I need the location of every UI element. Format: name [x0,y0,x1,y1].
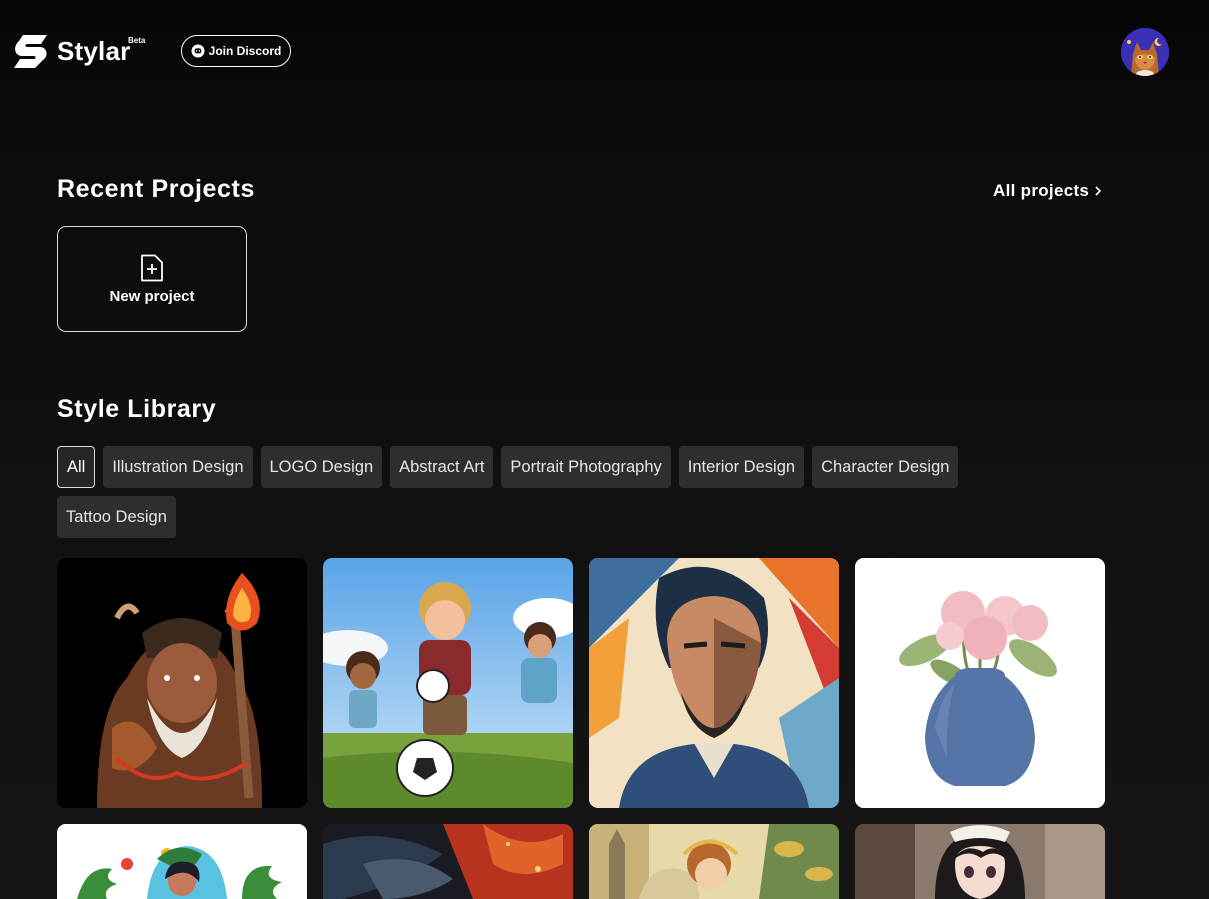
style-card-anime-maid[interactable] [855,824,1105,899]
style-card-flower-vase[interactable] [855,558,1105,808]
join-discord-button[interactable]: Join Discord [181,35,291,67]
filter-chip-label: LOGO Design [269,457,374,476]
filter-chip-tattoo-design[interactable]: Tattoo Design [57,496,176,538]
style-card-viking-warrior[interactable] [57,558,307,808]
style-library-title: Style Library [57,395,217,423]
geometric-portrait-image [589,558,839,808]
flower-vase-image [855,558,1105,808]
style-filter-bar: All Illustration Design LOGO Design Abst… [57,446,1017,538]
chevron-right-icon [1095,186,1102,196]
style-card-fiery-creature[interactable] [323,824,573,899]
recent-projects-title: Recent Projects [57,175,255,203]
cat-avatar-icon [1121,28,1169,76]
filter-chip-character-design[interactable]: Character Design [812,446,959,488]
filter-chip-logo-design[interactable]: LOGO Design [260,446,383,488]
filter-chip-all[interactable]: All [57,446,96,488]
viking-warrior-image [57,558,307,808]
filter-chip-interior-design[interactable]: Interior Design [678,446,805,488]
brand-name: Stylar [57,36,131,66]
filter-chip-label: Interior Design [687,457,796,476]
brand[interactable]: Stylar Beta [14,35,145,68]
new-project-button[interactable]: New project [57,226,247,332]
art-nouveau-image [589,824,839,899]
tropical-woman-image [57,824,307,899]
style-card-geometric-portrait[interactable] [589,558,839,808]
filter-chip-illustration-design[interactable]: Illustration Design [103,446,253,488]
style-card-kids-soccer[interactable] [323,558,573,808]
all-projects-label: All projects [993,181,1090,200]
new-file-icon [141,254,163,281]
user-avatar[interactable] [1121,28,1169,76]
style-card-art-nouveau[interactable] [589,824,839,899]
discord-icon [191,44,205,58]
filter-chip-label: Portrait Photography [510,457,662,476]
fiery-creature-image [323,824,573,899]
filter-chip-label: Tattoo Design [66,507,167,526]
all-projects-link[interactable]: All projects [993,181,1102,201]
filter-chip-label: Character Design [821,457,950,476]
style-card-tropical-woman[interactable] [57,824,307,899]
filter-chip-label: Abstract Art [399,457,485,476]
filter-chip-label: Illustration Design [112,457,244,476]
stylar-logo-icon [14,35,47,68]
anime-maid-image [855,824,1105,899]
new-project-label: New project [109,287,195,305]
top-bar: Stylar Beta Join Discord [0,0,1209,100]
filter-chip-label: All [67,457,86,476]
beta-badge: Beta [128,36,146,45]
kids-soccer-image [323,558,573,808]
filter-chip-abstract-art[interactable]: Abstract Art [390,446,494,488]
join-discord-label: Join Discord [208,44,282,58]
filter-chip-portrait-photography[interactable]: Portrait Photography [501,446,671,488]
